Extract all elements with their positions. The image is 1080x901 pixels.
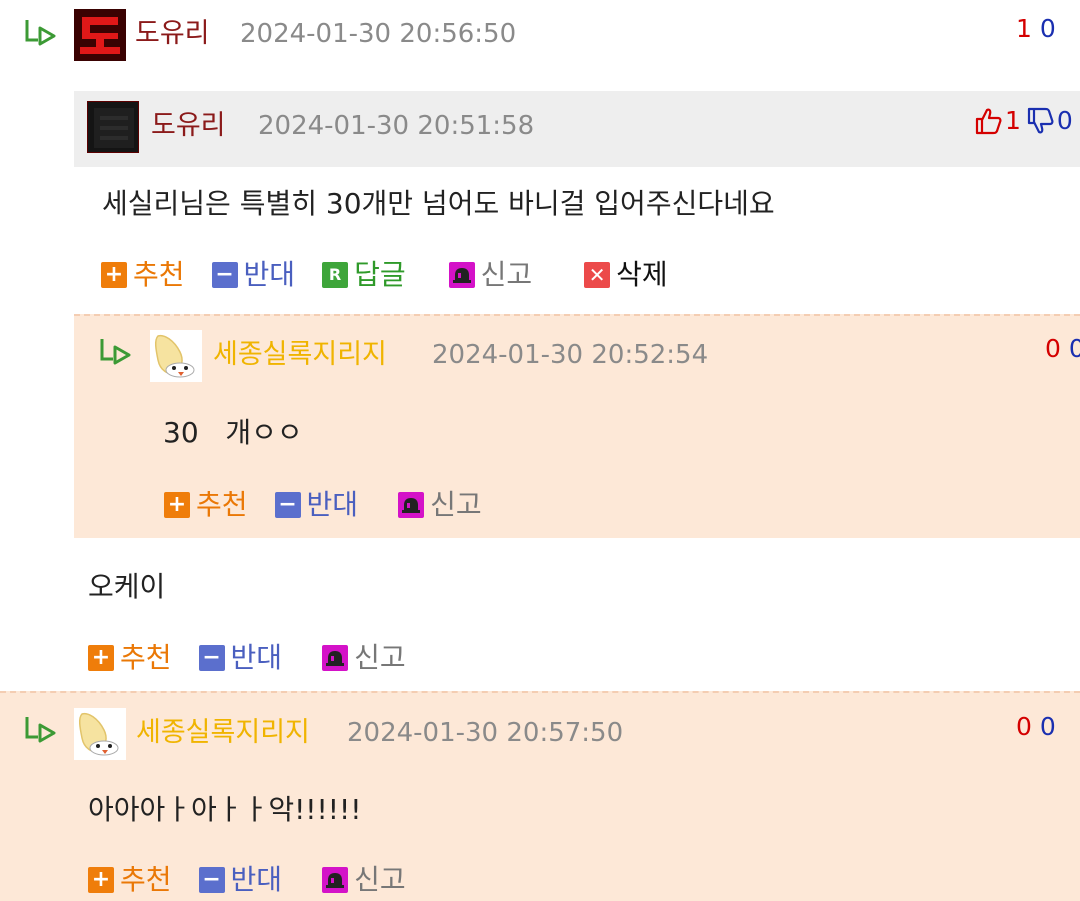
siren-icon	[322, 645, 349, 671]
minus-icon: −	[211, 262, 238, 288]
siren-icon	[398, 492, 425, 518]
avatar[interactable]	[150, 330, 202, 382]
vote-count: 0 0	[1016, 711, 1056, 743]
minus-icon: −	[198, 867, 225, 893]
comment-actions: + 추천 − 반대 신고	[88, 638, 406, 678]
oppose-button[interactable]: − 반대	[198, 862, 283, 898]
plus-icon: +	[101, 262, 127, 288]
upvote-count: 0	[1016, 712, 1032, 741]
minus-icon: −	[198, 645, 225, 671]
downvote-count: 0	[1068, 334, 1080, 363]
comment-actions: + 추천 − 반대 R 답글 신고 ✕ 삭제	[101, 255, 668, 295]
recommend-button[interactable]: + 추천	[88, 862, 172, 898]
delete-label: 삭제	[616, 258, 668, 291]
author-name[interactable]: 도유리	[151, 109, 226, 143]
comment-date: 2024-01-30 20:52:54	[432, 340, 709, 370]
comment-actions: + 추천 − 반대 신고	[88, 860, 406, 900]
author-name[interactable]: 세종실록지리지	[213, 338, 387, 372]
recommend-label: 추천	[196, 488, 248, 521]
comment-actions: + 추천 − 반대 신고	[164, 485, 482, 525]
reply-button[interactable]: R 답글	[322, 257, 406, 293]
recommend-label: 추천	[120, 641, 172, 674]
recommend-button[interactable]: + 추천	[88, 640, 172, 676]
recommend-button[interactable]: + 추천	[101, 257, 185, 293]
author-name[interactable]: 도유리	[135, 17, 210, 51]
downvote-count: 0	[1056, 106, 1073, 135]
report-button[interactable]: 신고	[448, 257, 533, 293]
oppose-label: 반대	[306, 488, 359, 521]
recommend-button[interactable]: + 추천	[164, 487, 248, 523]
reply-arrow-icon	[25, 20, 56, 46]
oppose-label: 반대	[230, 641, 283, 674]
report-label: 신고	[354, 641, 406, 674]
vote-count: 1 0	[973, 105, 1073, 137]
oppose-label: 반대	[243, 258, 296, 291]
upvote-count: 1	[1016, 14, 1032, 43]
plus-icon: +	[88, 867, 114, 893]
r-icon: R	[322, 262, 349, 288]
recommend-label: 추천	[120, 863, 172, 896]
siren-icon	[322, 867, 349, 893]
comment-body: 오케이	[88, 570, 166, 603]
plus-icon: +	[88, 645, 114, 671]
avatar[interactable]	[74, 9, 126, 61]
minus-icon: −	[274, 492, 301, 518]
comment-body: 아아아ㅏ아ㅏㅏ악!!!!!!	[88, 793, 362, 826]
downvote-count: 0	[1039, 14, 1056, 43]
upvote-count: 0	[1045, 334, 1061, 363]
thumbs-up-icon[interactable]	[973, 106, 1003, 136]
delete-button[interactable]: ✕ 삭제	[584, 257, 668, 293]
comment-body: 30 개ㅇㅇ	[163, 416, 303, 449]
report-label: 신고	[354, 863, 406, 896]
plus-icon: +	[164, 492, 190, 518]
upvote-count: 1	[1005, 106, 1021, 135]
comment-date: 2024-01-30 20:56:50	[240, 19, 517, 49]
oppose-label: 반대	[230, 863, 283, 896]
siren-icon	[448, 262, 475, 288]
report-button[interactable]: 신고	[398, 487, 482, 523]
avatar[interactable]	[87, 101, 139, 153]
author-name[interactable]: 세종실록지리지	[136, 716, 310, 750]
comment-date: 2024-01-30 20:57:50	[347, 718, 624, 748]
reply-arrow-icon	[100, 339, 131, 365]
oppose-button[interactable]: − 반대	[198, 640, 283, 676]
vote-count: 0 0	[1045, 333, 1080, 365]
report-button[interactable]: 신고	[322, 862, 406, 898]
reply-arrow-icon	[25, 717, 56, 743]
comment-body: 세실리님은 특별히 30개만 넘어도 바니걸 입어주신다네요	[102, 187, 775, 220]
downvote-count: 0	[1039, 712, 1056, 741]
report-label: 신고	[430, 488, 482, 521]
x-icon: ✕	[584, 262, 611, 288]
reply-label: 답글	[354, 258, 406, 291]
oppose-button[interactable]: − 반대	[211, 257, 296, 293]
recommend-label: 추천	[133, 258, 185, 291]
comment-date: 2024-01-30 20:51:58	[258, 111, 535, 141]
report-button[interactable]: 신고	[322, 640, 406, 676]
vote-count: 1 0	[1016, 13, 1056, 45]
thumbs-down-icon[interactable]	[1025, 106, 1055, 136]
oppose-button[interactable]: − 반대	[274, 487, 359, 523]
avatar[interactable]	[74, 708, 126, 760]
report-label: 신고	[480, 258, 533, 291]
